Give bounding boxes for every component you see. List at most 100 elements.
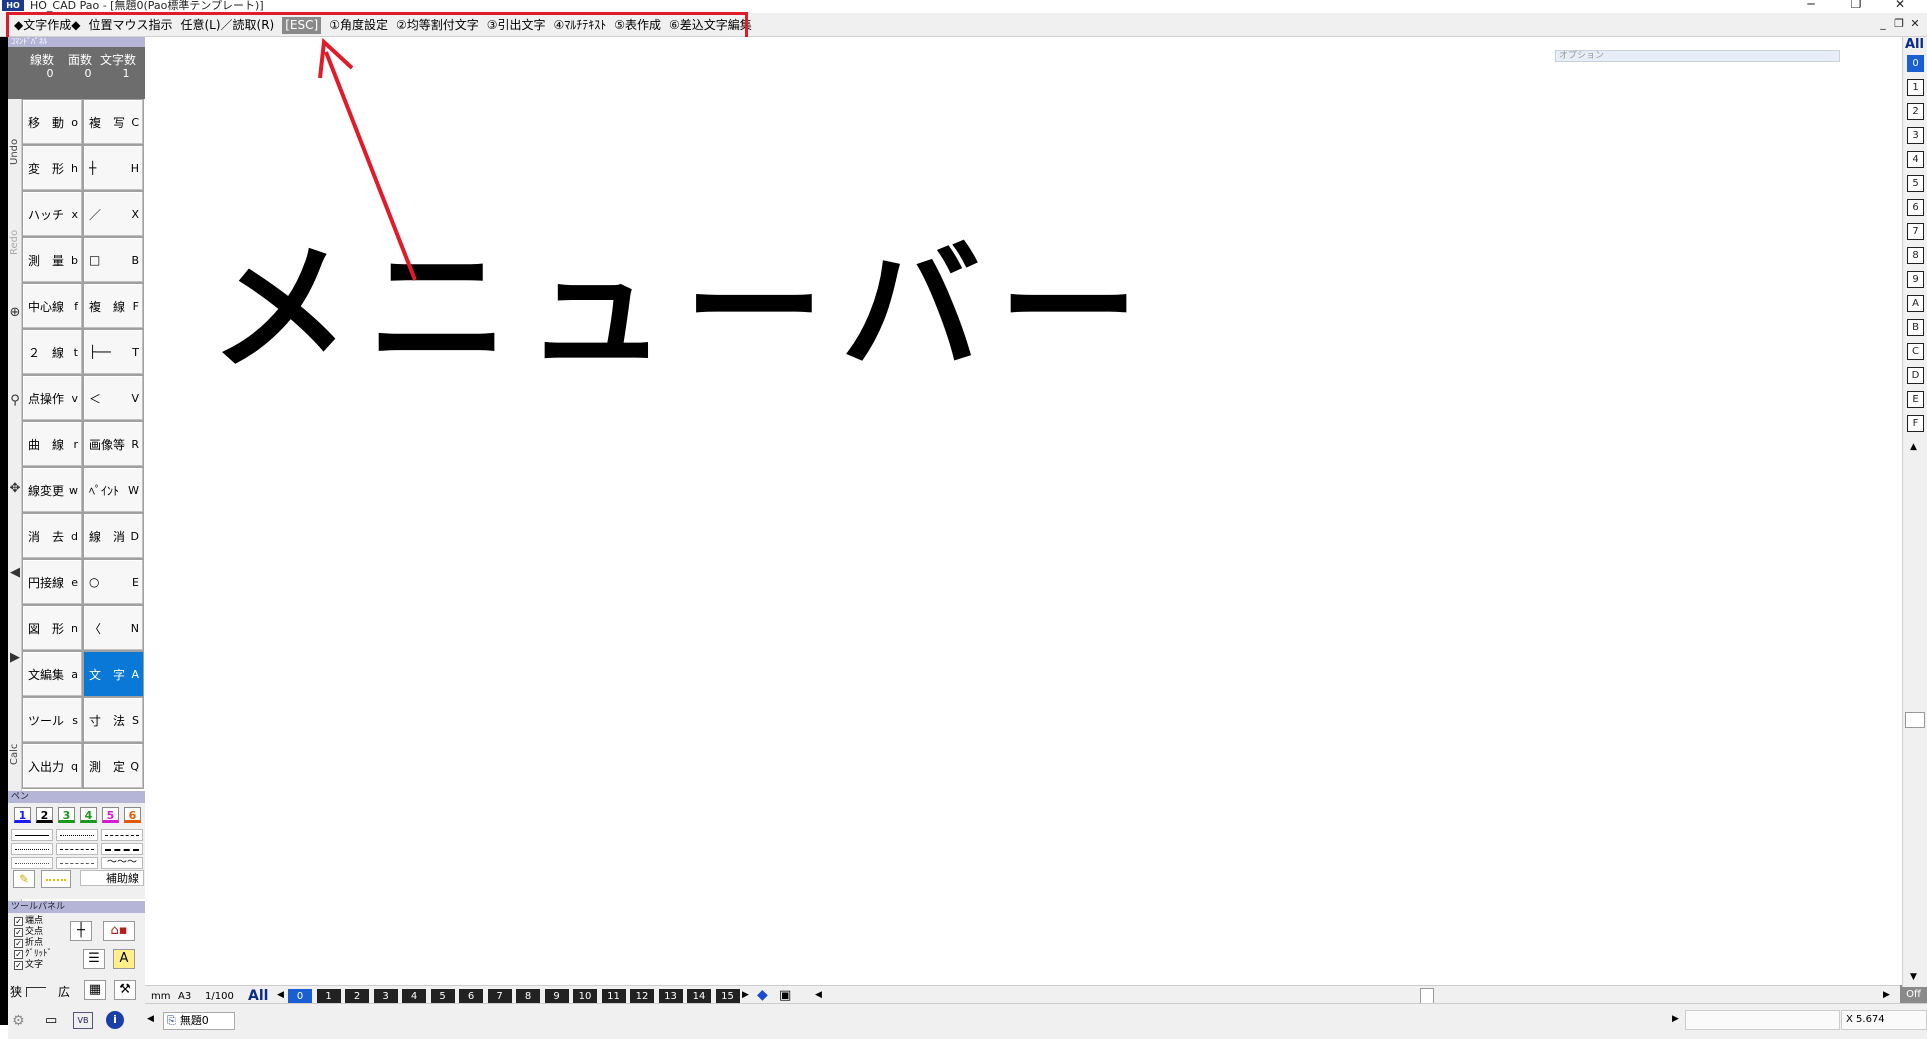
pen-4-button[interactable]: 4: [80, 807, 97, 823]
text-a-icon[interactable]: A: [113, 949, 135, 969]
command-button[interactable]: 画像等 R: [83, 421, 144, 467]
minimize-button[interactable]: ─: [1791, 0, 1831, 11]
command-button[interactable]: ＜ V: [83, 375, 144, 421]
line-style-wave[interactable]: 〜〜〜: [101, 857, 143, 869]
lines-icon[interactable]: ☰: [83, 949, 105, 969]
right-triangle-icon[interactable]: ▶: [8, 650, 22, 665]
sheet-tab[interactable]: 0: [288, 989, 312, 1004]
line-style-fine-dot[interactable]: [11, 857, 53, 869]
layer-button[interactable]: 6: [1907, 199, 1924, 216]
line-style-solid[interactable]: [11, 829, 53, 841]
layer-button[interactable]: 1: [1907, 79, 1924, 96]
command-button[interactable]: 文 字A: [83, 651, 144, 697]
sheet-tab[interactable]: 12: [630, 989, 654, 1004]
scroll-up-icon[interactable]: ▲: [1910, 442, 1917, 452]
command-button[interactable]: ハッチ x: [22, 191, 83, 237]
command-button[interactable]: 寸 法S: [83, 697, 144, 743]
command-button[interactable]: 曲 線r: [22, 421, 83, 467]
pin-icon[interactable]: ⊕: [8, 305, 22, 320]
sheet-tab[interactable]: 6: [459, 989, 483, 1004]
command-button[interactable]: 入出力 q: [22, 743, 83, 789]
sheet-settings-icon[interactable]: ▣: [779, 988, 791, 1003]
calculator-icon[interactable]: ▦: [84, 980, 106, 1000]
sheet-tab[interactable]: 7: [487, 989, 512, 1004]
layer-button[interactable]: 2: [1907, 103, 1924, 120]
layer-button[interactable]: F: [1907, 415, 1924, 432]
info-icon[interactable]: i: [106, 1011, 124, 1029]
command-button[interactable]: 図 形n: [22, 605, 83, 651]
settings-tool-icon[interactable]: ⚒: [114, 980, 136, 1000]
off-toggle[interactable]: Off: [1900, 985, 1927, 1005]
line-style-dashed[interactable]: [101, 829, 143, 841]
sheet-prev-icon[interactable]: ◀: [277, 990, 284, 1000]
layer-button[interactable]: C: [1907, 343, 1924, 360]
pen-5-button[interactable]: 5: [102, 807, 119, 823]
line-style-dotted-2[interactable]: [11, 843, 53, 855]
command-button[interactable]: 変 形h: [22, 145, 83, 191]
snap-text-check[interactable]: ✓ 文字: [14, 960, 43, 971]
layer-button[interactable]: 7: [1907, 223, 1924, 240]
vertical-scroll-thumb[interactable]: [1905, 712, 1925, 728]
command-button[interactable]: 線変更 w: [22, 467, 83, 513]
layer-button[interactable]: D: [1907, 367, 1924, 384]
snap-intersection-check[interactable]: ✓ 交点: [14, 927, 43, 938]
redo-button[interactable]: Redo: [9, 215, 21, 255]
command-button[interactable]: ／ X: [83, 191, 144, 237]
layer-button[interactable]: 0: [1907, 55, 1924, 72]
sheet-tab[interactable]: 1: [316, 989, 341, 1004]
command-button[interactable]: 移 動o: [22, 99, 83, 145]
sheet-tab[interactable]: 13: [658, 989, 683, 1004]
sheet-tab[interactable]: 3: [373, 989, 398, 1004]
command-button[interactable]: 測 定Q: [83, 743, 144, 789]
command-button[interactable]: 複 写C: [83, 99, 144, 145]
sheet-next-icon[interactable]: ▶: [742, 990, 749, 1000]
sheet-tab[interactable]: 2: [345, 989, 369, 1004]
sheet-tab[interactable]: 9: [544, 989, 569, 1004]
paper-size-label[interactable]: A3: [178, 991, 191, 1002]
sheet-tab[interactable]: 15: [715, 989, 740, 1004]
pen-2-button[interactable]: 2: [36, 807, 53, 823]
command-button[interactable]: 〈 N: [83, 605, 144, 651]
scale-label[interactable]: 1/100: [205, 991, 234, 1002]
layer-button[interactable]: E: [1907, 391, 1924, 408]
command-button[interactable]: 複 線F: [83, 283, 144, 329]
tab-prev-icon[interactable]: ◀: [147, 1014, 154, 1024]
aux-line-button[interactable]: 補助線: [80, 870, 144, 886]
snap-endpoint-check[interactable]: ✓ 端点: [14, 916, 43, 927]
move-cross-icon[interactable]: ✥: [8, 481, 22, 496]
layer-button[interactable]: 3: [1907, 127, 1924, 144]
undo-button[interactable]: Undo: [9, 125, 21, 165]
sheet-tab[interactable]: 4: [402, 989, 426, 1004]
layer-button[interactable]: B: [1907, 319, 1924, 336]
sheet-tab[interactable]: 5: [430, 989, 455, 1004]
pencil-icon[interactable]: ✎: [13, 870, 35, 888]
line-style-long-dash[interactable]: [101, 843, 143, 855]
vb-icon[interactable]: VB: [73, 1012, 93, 1029]
command-button[interactable]: 円接線 e: [22, 559, 83, 605]
line-style-chain[interactable]: [56, 857, 98, 869]
layer-button[interactable]: 4: [1907, 151, 1924, 168]
house-icon[interactable]: ⌂▪: [103, 921, 135, 941]
restore-button[interactable]: ❐: [1836, 0, 1876, 11]
pen-1-button[interactable]: 1: [14, 807, 31, 823]
all-layers-button[interactable]: All: [1905, 37, 1924, 52]
command-button[interactable]: ├── T: [83, 329, 144, 375]
horizontal-scrollbar[interactable]: [830, 988, 1870, 1006]
line-style-dotted[interactable]: [56, 829, 98, 841]
calc-button[interactable]: Calc: [9, 735, 21, 765]
line-style-dash-dot[interactable]: [56, 843, 98, 855]
command-button[interactable]: ﾍﾟｲﾝﾄ W: [83, 467, 144, 513]
snap-grid-check[interactable]: ✓ ｸﾞﾘｯﾄﾞ: [14, 949, 52, 960]
command-button[interactable]: ○ E: [83, 559, 144, 605]
command-button[interactable]: ツール s: [22, 697, 83, 743]
layer-button[interactable]: 9: [1907, 271, 1924, 288]
command-button[interactable]: ┼ H: [83, 145, 144, 191]
all-sheets-button[interactable]: All: [248, 988, 268, 1004]
command-button[interactable]: 中心線 f: [22, 283, 83, 329]
command-button[interactable]: 線 消D: [83, 513, 144, 559]
sheet-tab[interactable]: 11: [601, 989, 626, 1004]
scroll-left-icon[interactable]: ◀: [815, 990, 822, 1000]
width-slider[interactable]: [26, 987, 46, 997]
command-button[interactable]: □ B: [83, 237, 144, 283]
highlight-line-icon[interactable]: [41, 870, 71, 888]
